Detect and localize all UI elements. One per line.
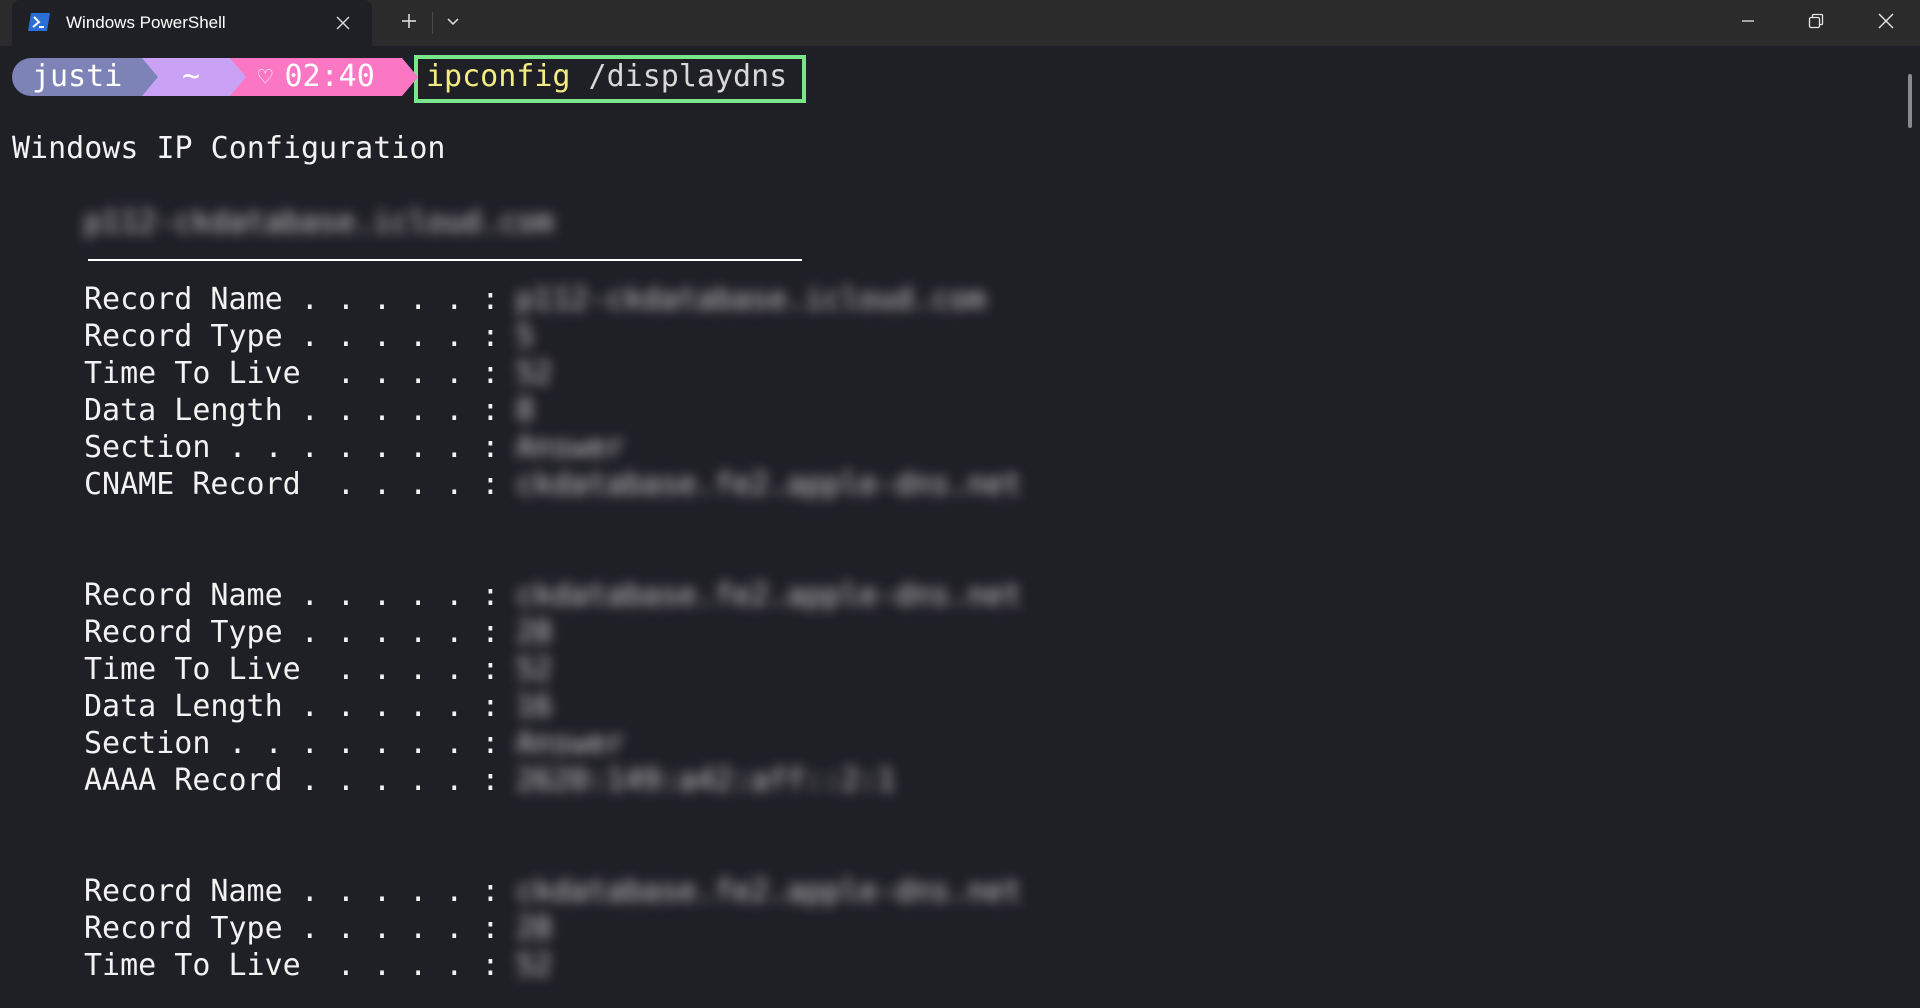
maximize-icon: [1808, 13, 1824, 34]
maximize-button[interactable]: [1782, 0, 1850, 46]
title-bar: Windows PowerShell: [0, 0, 1920, 46]
powershell-icon: [28, 13, 50, 31]
prompt-time-segment: ♡ 02:40: [230, 58, 402, 96]
output-header: Windows IP Configuration: [12, 131, 446, 166]
record-value: 5: [516, 319, 535, 354]
record-label: Data Length . . . . . :: [84, 689, 500, 724]
prompt-time-arrow: [402, 58, 418, 96]
record-label: Time To Live . . . . :: [84, 652, 500, 687]
record-label: Record Type . . . . . :: [84, 615, 500, 650]
heart-icon: ♡: [258, 63, 273, 91]
record-label: Record Name . . . . . :: [84, 578, 500, 613]
powershell-window: Windows PowerShell justi ~ ♡ 02:40 ipcon…: [0, 0, 1920, 1008]
record-value: ckdatabase.fe2.apple-dns.net: [516, 578, 1022, 613]
record-value: 2620:149:a42:aff::2:1: [516, 763, 896, 798]
record-value: Answer: [516, 430, 625, 465]
plus-icon: [401, 13, 417, 34]
prompt-user-arrow: [142, 58, 158, 96]
record-label: CNAME Record . . . . :: [84, 467, 500, 502]
record-label: Section . . . . . . . :: [84, 726, 500, 761]
chevron-down-icon: [446, 14, 460, 32]
tab-windows-powershell[interactable]: Windows PowerShell: [12, 0, 372, 46]
record-value: 28: [516, 615, 553, 650]
record-value: Answer: [516, 726, 625, 761]
record-value: 52: [516, 356, 553, 391]
record-label: Record Type . . . . . :: [84, 319, 500, 354]
record-label: Section . . . . . . . :: [84, 430, 500, 465]
vertical-scrollbar[interactable]: [1908, 74, 1912, 128]
record-value: ckdatabase.fe2.apple-dns.net: [516, 467, 1022, 502]
record-value: p112-ckdatabase.icloud.com: [516, 282, 986, 317]
record-value: ckdatabase.fe2.apple-dns.net: [516, 874, 1022, 909]
record-label: Record Name . . . . . :: [84, 874, 500, 909]
command-args: /displaydns: [570, 59, 788, 94]
prompt-time: 02:40: [284, 59, 375, 94]
record-label: Time To Live . . . . :: [84, 948, 500, 983]
minimize-button[interactable]: [1714, 0, 1782, 46]
new-tab-button[interactable]: [392, 6, 426, 40]
dns-entry-name: p112-ckdatabase.icloud.com: [84, 205, 554, 240]
terminal-output[interactable]: justi ~ ♡ 02:40 ipconfig /displaydns Wind…: [0, 46, 1920, 1008]
command-line[interactable]: ipconfig /displaydns: [426, 58, 787, 96]
tab-separator: [432, 12, 433, 34]
entry-underline: [88, 259, 802, 261]
record-label: Data Length . . . . . :: [84, 393, 500, 428]
record-value: 52: [516, 652, 553, 687]
command-name: ipconfig: [426, 59, 571, 94]
record-value: 52: [516, 948, 553, 983]
close-icon[interactable]: [330, 10, 356, 36]
window-close-button[interactable]: [1852, 0, 1920, 46]
record-value: 8: [516, 393, 535, 428]
minimize-icon: [1741, 14, 1755, 33]
prompt-user: justi: [12, 58, 142, 96]
prompt-dir-arrow: [230, 58, 246, 96]
window-close-icon: [1878, 13, 1894, 34]
tab-title: Windows PowerShell: [66, 13, 226, 32]
record-value: 28: [516, 911, 553, 946]
record-label: Record Type . . . . . :: [84, 911, 500, 946]
record-value: 16: [516, 689, 553, 724]
tab-dropdown-button[interactable]: [436, 6, 470, 40]
record-label: Record Name . . . . . :: [84, 282, 500, 317]
record-label: Time To Live . . . . :: [84, 356, 500, 391]
record-label: AAAA Record . . . . . :: [84, 763, 500, 798]
